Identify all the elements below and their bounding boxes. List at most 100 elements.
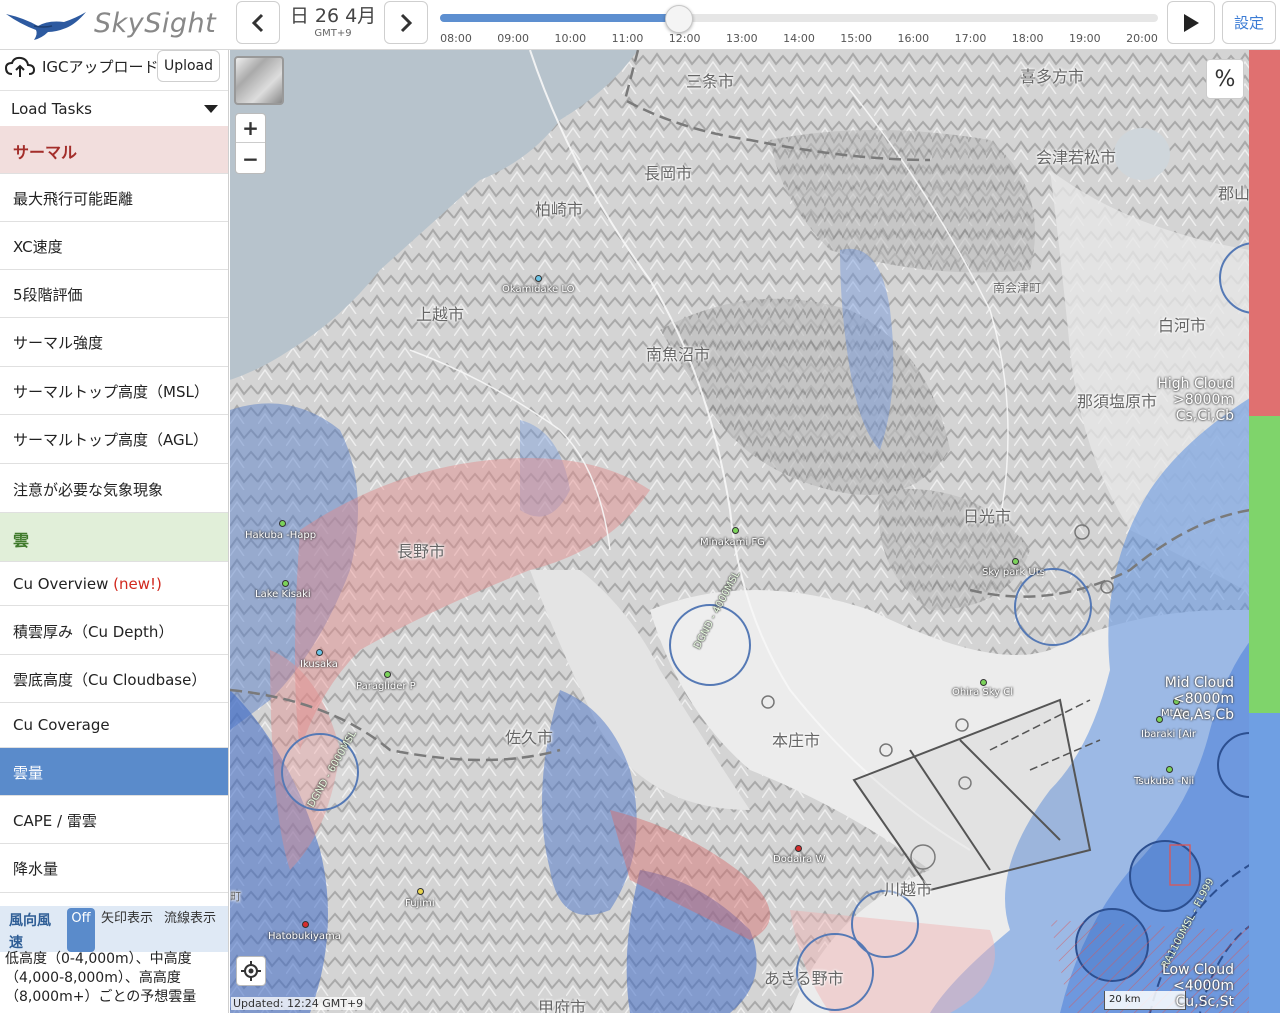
city-label: 白河市 <box>1158 316 1207 335</box>
menu-five-star-rating[interactable]: 5段階評価 <box>0 270 228 318</box>
menu-thermal-top-agl[interactable]: サーマルトップ高度（AGL） <box>0 415 228 464</box>
site-marker[interactable] <box>316 649 323 656</box>
menu-item-label: サーマルトップ高度（MSL） <box>13 383 209 401</box>
legend-mid-altitude: <8000m <box>1173 691 1234 707</box>
locate-button[interactable] <box>236 956 266 986</box>
site-marker[interactable] <box>384 671 391 678</box>
time-slider[interactable]: 08:00 09:00 10:00 11:00 12:00 13:00 14:00 15:00… <box>436 2 1162 46</box>
menu-item-label: サーマルトップ高度（AGL） <box>13 431 208 449</box>
zoom-in-button[interactable]: + <box>236 114 265 143</box>
time-tick-label: 09:00 <box>497 32 530 45</box>
site-marker[interactable] <box>1166 766 1173 773</box>
load-tasks-dropdown[interactable]: Load Tasks <box>0 90 228 126</box>
menu-xc-speed[interactable]: XC速度 <box>0 222 228 270</box>
city-label: 佐久市 <box>505 728 554 747</box>
city-label: 南会津町 <box>993 281 1042 295</box>
menu-item-label: 注意が必要な気象現象 <box>13 481 164 499</box>
legend-low-types: Cu,Sc,St <box>1175 994 1234 1010</box>
zoom-control: + − <box>235 113 266 174</box>
layer-description: 低高度（0-4,000m）、中高度（4,000-8,000m）、高高度（8,00… <box>5 951 197 1005</box>
slider-thumb[interactable] <box>665 5 694 33</box>
city-label: 甲府市 <box>538 998 587 1013</box>
site-marker[interactable] <box>417 888 424 895</box>
time-tick-label: 18:00 <box>1011 32 1044 45</box>
slider-track[interactable] <box>440 5 1158 33</box>
play-button[interactable] <box>1167 1 1215 44</box>
menu-item-label: XC速度 <box>13 238 63 256</box>
load-tasks-label: Load Tasks <box>11 100 92 118</box>
low-cloud-bar <box>1249 713 1280 1013</box>
city-label: 長岡市 <box>644 164 693 183</box>
section-cloud[interactable]: 雲 <box>0 513 228 562</box>
app-title: SkySight <box>94 8 217 39</box>
site-marker[interactable] <box>795 845 802 852</box>
menu-item-label: 雲量 <box>13 764 44 782</box>
city-label: 柏崎市 <box>535 200 584 219</box>
section-thermal[interactable]: サーマル <box>0 126 228 174</box>
percent-button[interactable]: % <box>1206 59 1244 99</box>
site-label: Ikusaka <box>300 659 338 670</box>
wind-arrows-button[interactable]: 矢印表示 <box>100 908 154 952</box>
wind-streamlines-button[interactable]: 流線表示 <box>160 908 220 952</box>
menu-cape-thunder[interactable]: CAPE / 雷雲 <box>0 796 228 844</box>
legend-high-cloud: High Cloud >8000m Cs,Ci,Cb <box>1154 376 1234 424</box>
site-marker[interactable] <box>732 527 739 534</box>
wind-off-button[interactable]: Off <box>67 908 95 952</box>
legend-high-title: High Cloud <box>1157 376 1234 392</box>
site-marker[interactable] <box>302 921 309 928</box>
site-marker[interactable] <box>535 275 542 282</box>
city-label: 日光市 <box>963 507 1012 526</box>
time-tick-label: 17:00 <box>954 32 987 45</box>
menu-item-label: サーマル強度 <box>13 334 104 352</box>
menu-cloud-amount[interactable]: 雲量 <box>0 748 228 796</box>
site-marker[interactable] <box>282 580 289 587</box>
map-view[interactable]: 三条市 喜多方市 会津若松市 長岡市 柏崎市 郡山市 上越市 南会津町 南魚沼市… <box>230 50 1280 1013</box>
section-cloud-label: 雲 <box>13 531 30 550</box>
time-tick-label: 13:00 <box>725 32 758 45</box>
play-icon <box>1184 13 1199 32</box>
menu-precipitation[interactable]: 降水量 <box>0 844 228 893</box>
menu-thermal-strength[interactable]: サーマル強度 <box>0 318 228 367</box>
site-marker[interactable] <box>1012 558 1019 565</box>
city-label: 三条市 <box>686 72 735 91</box>
menu-weather-hazards[interactable]: 注意が必要な気象現象 <box>0 464 228 513</box>
menu-cu-overview[interactable]: Cu Overview (new!) <box>0 562 228 606</box>
settings-button[interactable]: 設定 <box>1222 1 1276 44</box>
site-marker[interactable] <box>279 520 286 527</box>
time-tick-label: 12:00 <box>668 32 701 45</box>
site-label: Minakami FG <box>700 537 765 548</box>
menu-cu-cloudbase[interactable]: 雲底高度（Cu Cloudbase） <box>0 655 228 703</box>
menu-item-text: Cu Overview <box>13 575 109 593</box>
legend-low-altitude: <4000m <box>1173 978 1234 994</box>
timezone-text: GMT+9 <box>314 28 352 39</box>
basemap-switcher[interactable] <box>234 56 284 105</box>
next-day-button[interactable] <box>384 1 428 44</box>
menu-thermal-top-msl[interactable]: サーマルトップ高度（MSL） <box>0 367 228 415</box>
section-thermal-label: サーマル <box>13 143 78 162</box>
eagle-icon <box>6 12 86 40</box>
legend-mid-cloud: Mid Cloud <8000m Ac,As,Cb <box>1154 675 1234 723</box>
city-label: あきる野市 <box>764 969 844 988</box>
skysight-logo[interactable]: SkySight <box>4 4 230 44</box>
map-canvas[interactable] <box>230 50 1280 1013</box>
new-badge: (new!) <box>113 575 162 593</box>
date-text: 日 26 4月 <box>289 5 377 27</box>
time-tick-label: 11:00 <box>611 32 644 45</box>
zoom-out-button[interactable]: − <box>236 144 265 173</box>
menu-item-label: 積雲厚み（Cu Depth） <box>13 623 174 641</box>
menu-cu-coverage[interactable]: Cu Coverage <box>0 703 228 748</box>
city-label: 本庄市 <box>772 731 821 750</box>
previous-day-button[interactable] <box>236 1 280 44</box>
upload-button[interactable]: Upload <box>157 50 220 82</box>
menu-item-label: Cu Overview (new!) <box>13 575 162 593</box>
menu-cu-depth[interactable]: 積雲厚み（Cu Depth） <box>0 606 228 655</box>
legend-high-types: Cs,Ci,Cb <box>1175 408 1234 424</box>
site-marker[interactable] <box>980 679 987 686</box>
high-cloud-bar <box>1249 50 1280 416</box>
time-tick-label: 10:00 <box>554 32 587 45</box>
city-label: 上越市 <box>416 305 465 324</box>
site-label: Lake Kisaki <box>255 589 311 600</box>
legend-mid-title: Mid Cloud <box>1164 675 1234 691</box>
menu-max-distance[interactable]: 最大飛行可能距離 <box>0 174 228 222</box>
caret-down-icon <box>204 105 218 113</box>
